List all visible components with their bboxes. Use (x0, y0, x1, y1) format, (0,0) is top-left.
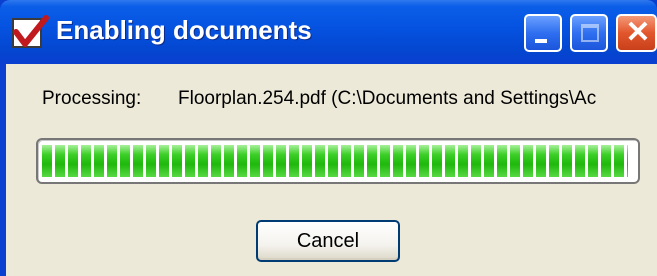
close-button[interactable]: ✕ (616, 14, 657, 52)
close-icon: ✕ (625, 16, 651, 49)
maximize-icon (581, 24, 599, 42)
minimize-button[interactable] (524, 14, 562, 52)
maximize-button (570, 14, 608, 52)
minimize-icon (535, 39, 547, 43)
dialog-window: Enabling documents ✕ Processing: Floorpla… (0, 0, 657, 276)
checkmark-icon (12, 15, 49, 48)
window-title: Enabling documents (56, 15, 312, 45)
processing-file: Floorplan.254.pdf (C:\Documents and Sett… (178, 88, 597, 109)
processing-row: Processing: Floorplan.254.pdf (C:\Documen… (42, 88, 596, 110)
dialog-body: Processing: Floorplan.254.pdf (C:\Documen… (6, 64, 657, 276)
progress-bar (36, 138, 640, 184)
title-bar[interactable]: Enabling documents ✕ (0, 0, 657, 64)
progress-fill (42, 145, 628, 177)
processing-label: Processing: (42, 88, 142, 109)
cancel-button[interactable]: Cancel (256, 220, 400, 262)
